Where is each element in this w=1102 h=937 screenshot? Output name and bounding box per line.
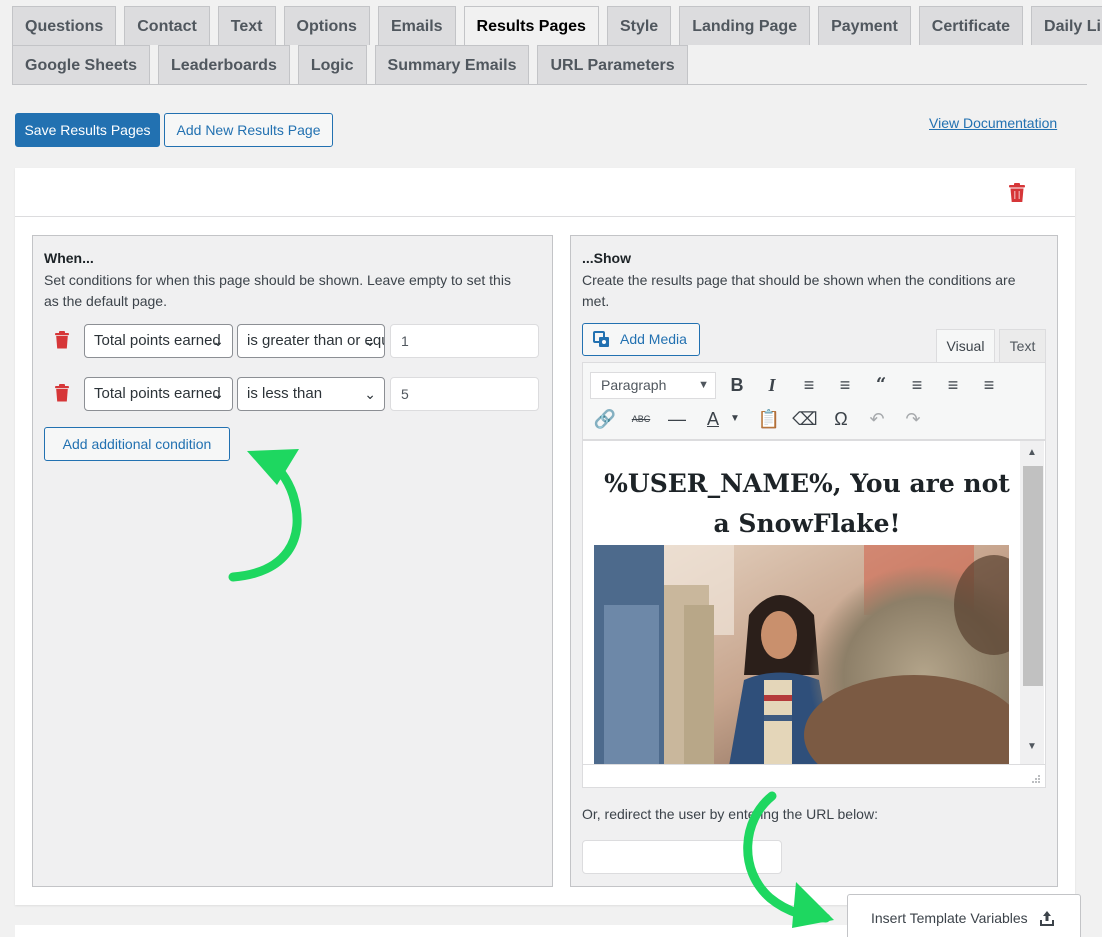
- strikethrough-icon[interactable]: ABC: [627, 405, 655, 433]
- special-character-icon[interactable]: Ω: [827, 405, 855, 433]
- show-panel: ...Show Create the results page that sho…: [570, 235, 1058, 887]
- condition-field-select[interactable]: Total points earned ⌄: [84, 324, 233, 358]
- editor-scrollbar[interactable]: ▲ ▼: [1020, 441, 1044, 764]
- format-select-value: Paragraph: [601, 377, 667, 393]
- resize-handle-icon[interactable]: [1031, 774, 1041, 784]
- add-new-results-page-button[interactable]: Add New Results Page: [164, 113, 333, 147]
- condition-operator-select[interactable]: is less than ⌄: [237, 377, 385, 411]
- when-panel: When... Set conditions for when this pag…: [32, 235, 553, 887]
- condition-operator-value: is less than: [247, 385, 323, 402]
- tab-url-parameters[interactable]: URL Parameters: [537, 45, 688, 84]
- tabs-divider: [12, 84, 1087, 85]
- show-description-line-1: Create the results page that should be s…: [582, 272, 1016, 288]
- crowd-photo-image: [594, 545, 1009, 764]
- paste-text-icon[interactable]: 📋: [755, 405, 783, 433]
- align-center-icon[interactable]: ≡: [939, 371, 967, 399]
- editor-tab-visual[interactable]: Visual: [936, 329, 995, 362]
- tab-row-2: Google Sheets Leaderboards Logic Summary…: [12, 45, 1087, 84]
- redirect-url-input[interactable]: [582, 840, 782, 874]
- editor-tab-text[interactable]: Text: [999, 329, 1046, 362]
- results-page-card: When... Set conditions for when this pag…: [15, 168, 1075, 905]
- editor-toolbar: Paragraph ▼ B I ≡ ≡ “ ≡ ≡ ≡ 🔗 ABC — A ▼ …: [582, 362, 1046, 440]
- delete-condition-icon[interactable]: [54, 331, 70, 349]
- save-results-pages-button[interactable]: Save Results Pages: [15, 113, 160, 147]
- bullet-list-icon[interactable]: ≡: [795, 371, 823, 399]
- chevron-down-icon: ⌄: [212, 333, 224, 349]
- add-additional-condition-button[interactable]: Add additional condition: [44, 427, 230, 461]
- scrollbar-thumb[interactable]: [1023, 466, 1043, 686]
- results-heading: %USER_NAME%, You are not a SnowFlake!: [591, 464, 1023, 544]
- add-media-label: Add Media: [620, 331, 687, 347]
- when-title: When...: [44, 250, 94, 266]
- tab-emails[interactable]: Emails: [377, 6, 456, 45]
- settings-tabs: Questions Contact Text Options Emails Re…: [12, 6, 1102, 84]
- chevron-down-icon: ⌄: [364, 333, 376, 349]
- scroll-down-arrow-icon[interactable]: ▼: [1027, 741, 1039, 752]
- when-description-line-1: Set conditions for when this page should…: [44, 272, 511, 288]
- media-icon: [593, 331, 609, 347]
- redo-icon[interactable]: ↷: [899, 405, 927, 433]
- condition-operator-select[interactable]: is greater than or equal to ⌄: [237, 324, 385, 358]
- tab-style[interactable]: Style: [606, 6, 672, 45]
- insert-template-variables-button[interactable]: Insert Template Variables: [847, 894, 1081, 937]
- condition-field-value: Total points earned: [94, 332, 221, 349]
- show-title: ...Show: [582, 250, 631, 266]
- condition-value-input[interactable]: 1: [390, 324, 539, 358]
- tab-results-pages[interactable]: Results Pages: [463, 6, 599, 45]
- tab-text[interactable]: Text: [217, 6, 276, 45]
- chevron-down-icon: ⌄: [212, 386, 224, 402]
- editor-statusbar: [582, 765, 1046, 788]
- tab-summary-emails[interactable]: Summary Emails: [374, 45, 530, 84]
- undo-icon[interactable]: ↶: [863, 405, 891, 433]
- tab-contact[interactable]: Contact: [124, 6, 210, 45]
- scroll-up-arrow-icon[interactable]: ▲: [1027, 447, 1039, 458]
- redirect-label: Or, redirect the user by entering the UR…: [582, 806, 878, 822]
- view-documentation-link[interactable]: View Documentation: [929, 115, 1057, 131]
- tab-landing-page[interactable]: Landing Page: [679, 6, 811, 45]
- condition-row: Total points earned ⌄ is greater than or…: [44, 324, 544, 358]
- italic-icon[interactable]: I: [758, 371, 786, 399]
- condition-field-select[interactable]: Total points earned ⌄: [84, 377, 233, 411]
- align-left-icon[interactable]: ≡: [903, 371, 931, 399]
- link-icon[interactable]: 🔗: [591, 405, 619, 433]
- upload-icon: [1040, 911, 1054, 926]
- tab-payment[interactable]: Payment: [818, 6, 911, 45]
- show-description-line-2: met.: [582, 293, 610, 309]
- condition-row: Total points earned ⌄ is less than ⌄ 5: [44, 377, 544, 411]
- clear-formatting-icon[interactable]: ⌫: [791, 405, 819, 433]
- results-heading-line-2: a SnowFlake!: [713, 509, 901, 538]
- bold-icon[interactable]: B: [723, 371, 751, 399]
- card-header-divider: [15, 216, 1075, 217]
- condition-field-value: Total points earned: [94, 385, 221, 402]
- tab-certificate[interactable]: Certificate: [918, 6, 1024, 45]
- numbered-list-icon[interactable]: ≡: [831, 371, 859, 399]
- tab-daily-limit[interactable]: Daily Limit: [1031, 6, 1102, 45]
- format-select[interactable]: Paragraph ▼: [590, 372, 716, 399]
- delete-results-page-icon[interactable]: [1008, 183, 1026, 203]
- tab-options[interactable]: Options: [283, 6, 370, 45]
- add-media-button[interactable]: Add Media: [582, 323, 700, 356]
- tab-google-sheets[interactable]: Google Sheets: [12, 45, 151, 84]
- caret-down-icon[interactable]: ▼: [721, 405, 749, 433]
- insert-template-variables-label: Insert Template Variables: [871, 910, 1028, 926]
- condition-value-input[interactable]: 5: [390, 377, 539, 411]
- when-description: Set conditions for when this page should…: [44, 270, 511, 312]
- results-content-editor[interactable]: %USER_NAME%, You are not a SnowFlake! ▲ …: [582, 440, 1046, 765]
- align-right-icon[interactable]: ≡: [975, 371, 1003, 399]
- when-description-line-2: as the default page.: [44, 293, 167, 309]
- show-description: Create the results page that should be s…: [582, 270, 1016, 312]
- tab-logic[interactable]: Logic: [297, 45, 367, 84]
- blockquote-icon[interactable]: “: [867, 371, 895, 399]
- tab-leaderboards[interactable]: Leaderboards: [158, 45, 290, 84]
- caret-down-icon: ▼: [698, 379, 709, 391]
- tab-questions[interactable]: Questions: [12, 6, 117, 45]
- chevron-down-icon: ⌄: [364, 386, 376, 402]
- tab-row-1: Questions Contact Text Options Emails Re…: [12, 6, 1102, 45]
- horizontal-rule-icon[interactable]: —: [663, 405, 691, 433]
- delete-condition-icon[interactable]: [54, 384, 70, 402]
- results-heading-line-1: %USER_NAME%, You are not: [604, 469, 1010, 498]
